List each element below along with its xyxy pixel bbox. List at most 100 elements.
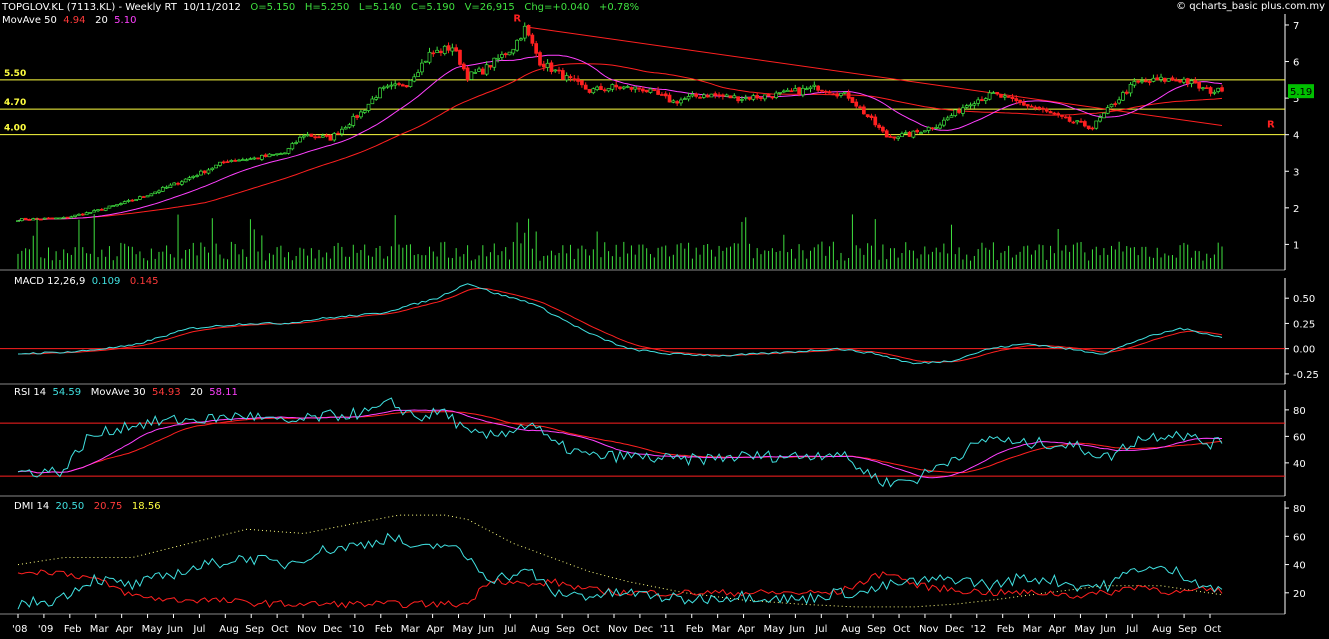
candle-body <box>374 97 379 100</box>
candle-body <box>122 201 127 204</box>
x-tick-label: Jul <box>814 624 827 635</box>
price-tick-label: 1 <box>1293 240 1299 251</box>
candle-body <box>54 217 58 220</box>
candle-body <box>320 135 325 138</box>
candle-body <box>1010 96 1015 100</box>
candle-body <box>435 49 439 53</box>
candle-body <box>698 96 702 99</box>
candle-body <box>519 38 523 41</box>
adx-value: 18.56 <box>131 501 161 512</box>
candle-body <box>995 91 1000 95</box>
candle-body <box>618 86 622 89</box>
candle-body <box>1094 120 1099 129</box>
candle-body <box>351 115 356 126</box>
candle-body <box>160 187 165 192</box>
candle-body <box>827 91 832 94</box>
candle-body <box>766 93 771 97</box>
candle-body <box>831 93 836 96</box>
candle-body <box>934 127 939 129</box>
candle-body <box>1025 104 1030 107</box>
candle-body <box>1029 105 1034 108</box>
candle-body <box>633 86 638 90</box>
candle-body <box>157 190 161 193</box>
macd-tick-label: -0.25 <box>1293 370 1319 381</box>
candle-body <box>503 53 508 56</box>
candle-body <box>199 170 203 176</box>
candle-body <box>179 181 184 185</box>
rsi-legend: RSI 14 54.59 MovAve 30 54.93 20 58.11 <box>14 387 238 399</box>
candle-body <box>480 68 485 75</box>
candle-body <box>759 97 763 99</box>
x-tick-label: '11 <box>660 624 675 635</box>
candle-body <box>637 87 641 90</box>
rsi-label: RSI 14 <box>14 387 47 398</box>
candle-body <box>911 130 916 138</box>
x-tick-label: Jun <box>788 624 805 635</box>
candle-body <box>858 106 862 109</box>
candle-body <box>126 200 131 202</box>
quote-date: 10/11/2012 <box>183 2 241 13</box>
candle-body <box>275 153 279 156</box>
candle-body <box>1208 87 1213 94</box>
rsi-tick-label: 80 <box>1293 406 1306 417</box>
quote-high: H=5.250 <box>304 2 350 13</box>
candle-body <box>271 154 276 156</box>
candle-body <box>492 57 497 68</box>
candle-body <box>679 99 683 104</box>
candle-body <box>804 88 809 91</box>
candle-body <box>976 99 981 104</box>
candle-body <box>290 143 295 150</box>
price-ma-legend: MovAve 50 4.94 20 5.10 <box>2 15 136 27</box>
candle-body <box>362 110 367 113</box>
candle-body <box>945 117 950 121</box>
candle-body <box>602 89 607 92</box>
candle-body <box>736 96 740 102</box>
candle-body <box>999 94 1003 98</box>
x-tick-label: Jun <box>1099 624 1116 635</box>
candle-body <box>221 161 226 164</box>
candle-body <box>1082 121 1087 127</box>
macd-label: MACD 12,26,9 <box>14 276 86 287</box>
candle-body <box>1178 80 1182 83</box>
candle-body <box>1105 107 1110 114</box>
candle-body <box>237 159 241 162</box>
quote-change-pct: +0.78% <box>598 2 640 13</box>
candle-body <box>1086 125 1091 129</box>
x-tick-label: May <box>453 624 474 635</box>
candle-body <box>919 132 923 134</box>
rsi-ma30-value: 54.93 <box>151 387 181 398</box>
quote-low: L=5.140 <box>358 2 402 13</box>
candle-body <box>39 218 43 221</box>
dmi-minus-line <box>17 569 1223 609</box>
x-tick-label: Sep <box>867 624 886 635</box>
rsi-tick-label: 60 <box>1293 432 1306 443</box>
candle-body <box>431 52 436 55</box>
price-level-label: 4.00 <box>4 124 26 134</box>
x-tick-label: Oct <box>1204 624 1221 635</box>
candle-body <box>922 130 927 133</box>
candle-body <box>964 105 969 108</box>
candle-body <box>381 86 386 89</box>
candle-body <box>1037 106 1041 110</box>
candle-body <box>656 90 660 95</box>
candle-body <box>717 94 721 97</box>
candle-body <box>1193 80 1198 84</box>
candle-body <box>648 88 653 93</box>
candle-body <box>1170 77 1175 81</box>
candle-body <box>861 106 866 115</box>
candle-body <box>926 126 931 131</box>
candle-body <box>218 161 222 166</box>
candle-body <box>961 107 965 114</box>
candle-body <box>980 99 984 102</box>
rsi-ma20-line <box>17 409 1223 479</box>
candle-body <box>393 83 398 86</box>
candle-body <box>701 94 706 98</box>
resistance-marker: R <box>513 13 521 24</box>
x-tick-label: Oct <box>582 624 599 635</box>
candle-body <box>652 89 657 91</box>
rsi-value: 54.59 <box>52 387 82 398</box>
candle-body <box>762 94 767 100</box>
candle-body <box>397 83 401 85</box>
x-tick-label: Mar <box>90 624 110 635</box>
candle-body <box>968 104 973 107</box>
